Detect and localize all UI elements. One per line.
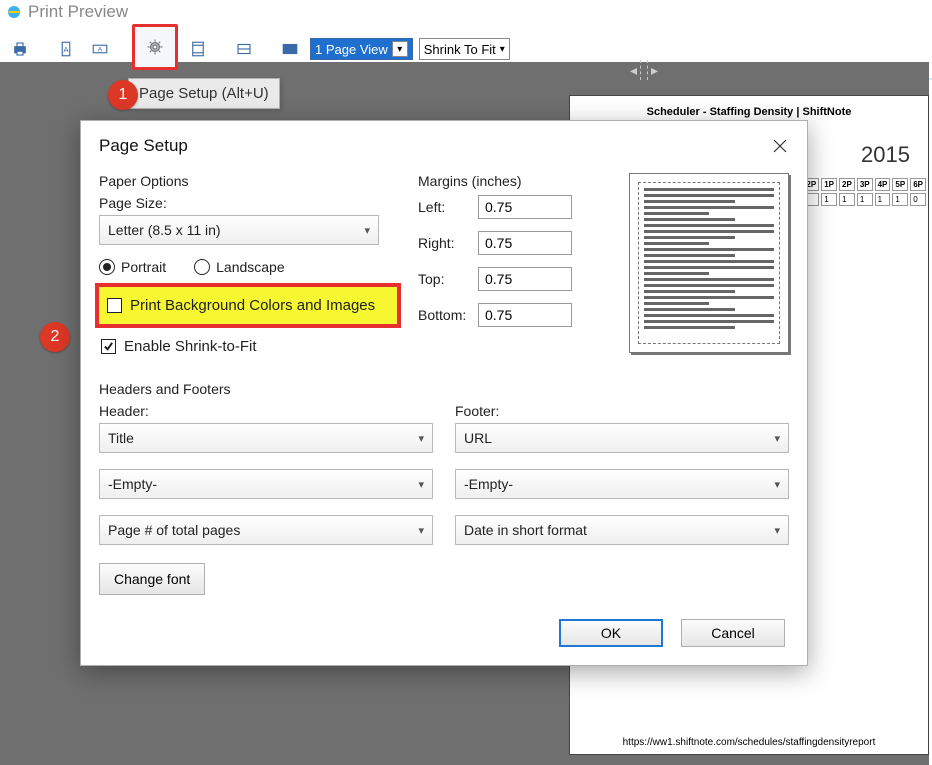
margin-right-label: Right: [418,235,478,251]
headers-footers-label: Headers and Footers [99,381,789,397]
header-select-1[interactable]: Title▾ [99,423,433,453]
page-view-select[interactable]: 1 Page View ▾ [310,38,413,60]
full-page-icon[interactable] [276,36,304,62]
close-button[interactable] [769,135,791,157]
print-bg-highlight: Print Background Colors and Images [95,283,401,328]
landscape-icon[interactable]: A [86,36,114,62]
landscape-radio[interactable]: Landscape [194,259,285,275]
shrink-fit-checkbox[interactable]: Enable Shrink-to-Fit [99,334,399,359]
chevron-down-icon: ▾ [774,524,780,537]
checkbox-icon [101,339,116,354]
checkbox-icon [107,298,122,313]
margin-left-label: Left: [418,199,478,215]
chevron-down-icon: ▾ [774,478,780,491]
preview-header-title: Scheduler - Staffing Density | ShiftNote [570,106,928,118]
portrait-icon[interactable]: A [52,36,80,62]
svg-text:A: A [63,45,68,54]
shrink-to-fit-select[interactable]: Shrink To Fit ▾ [419,38,510,60]
shrink-fit-label: Enable Shrink-to-Fit [124,338,257,355]
page-setup-dialog: Page Setup Paper Options Page Size: Lett… [80,120,808,666]
chevron-down-icon: ▾ [418,432,424,445]
cancel-button[interactable]: Cancel [681,619,785,647]
footer-label: Footer: [455,403,789,419]
paper-options-label: Paper Options [99,173,399,189]
header-select-2[interactable]: -Empty-▾ [99,469,433,499]
footer-select-1[interactable]: URL▾ [455,423,789,453]
annotation-1: 1 [108,80,138,110]
margin-handle-icon[interactable]: ◂▸ [630,60,658,80]
window-title-bar: Print Preview [0,0,932,24]
chevron-down-icon: ▾ [500,44,505,55]
shrink-label: Shrink To Fit [424,42,496,57]
margin-bottom-label: Bottom: [418,307,478,323]
margin-left-input[interactable] [478,195,572,219]
svg-text:A: A [98,46,103,53]
headers-toggle-icon[interactable] [184,36,212,62]
chevron-down-icon: ▾ [364,224,370,237]
preview-year: 2015 [861,142,910,168]
print-icon[interactable] [6,36,34,62]
full-width-icon[interactable] [230,36,258,62]
dialog-title: Page Setup [99,136,188,156]
margin-top-input[interactable] [478,267,572,291]
margin-top-label: Top: [418,271,478,287]
footer-select-3[interactable]: Date in short format▾ [455,515,789,545]
page-setup-icon[interactable] [132,24,178,70]
chevron-down-icon: ▾ [418,524,424,537]
chevron-down-icon: ▾ [418,478,424,491]
print-bg-label: Print Background Colors and Images [130,297,375,314]
change-font-button[interactable]: Change font [99,563,205,595]
window-title: Print Preview [28,2,128,22]
page-size-select[interactable]: Letter (8.5 x 11 in) ▾ [99,215,379,245]
chevron-down-icon: ▾ [392,41,408,57]
tooltip-page-setup: Page Setup (Alt+U) [128,78,280,109]
margin-bottom-input[interactable] [478,303,572,327]
page-size-value: Letter (8.5 x 11 in) [108,222,221,238]
landscape-radio-label: Landscape [216,259,285,275]
margin-right-input[interactable] [478,231,572,255]
ie-icon [6,4,22,20]
annotation-2: 2 [40,322,70,352]
footer-select-2[interactable]: -Empty-▾ [455,469,789,499]
page-thumbnail [629,173,789,353]
ok-button[interactable]: OK [559,619,663,647]
portrait-radio-label: Portrait [121,259,166,275]
print-bg-checkbox[interactable]: Print Background Colors and Images [105,293,391,318]
chevron-down-icon: ▾ [774,432,780,445]
page-view-label: 1 Page View [315,42,388,57]
header-label: Header: [99,403,433,419]
portrait-radio[interactable]: Portrait [99,259,166,275]
page-size-label: Page Size: [99,195,399,211]
preview-footer-url: https://ww1.shiftnote.com/schedules/staf… [570,737,928,748]
margins-label: Margins (inches) [418,173,597,189]
header-select-3[interactable]: Page # of total pages▾ [99,515,433,545]
